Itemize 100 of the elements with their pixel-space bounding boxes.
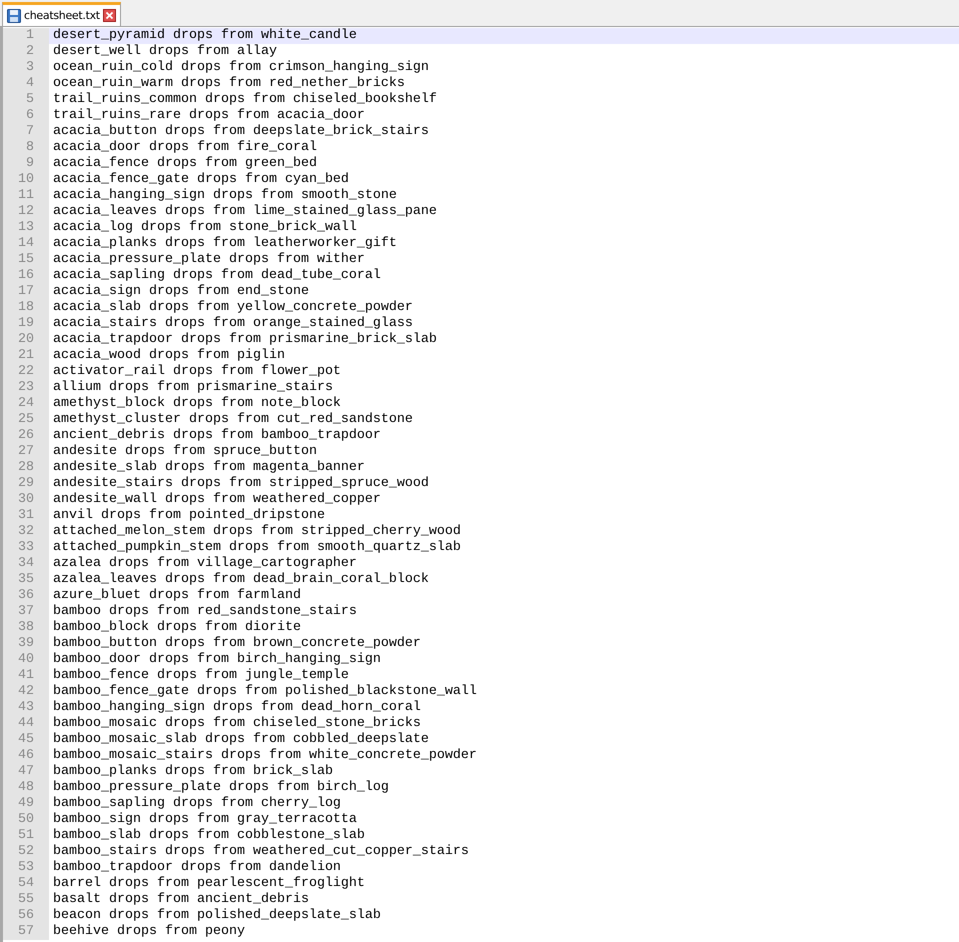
- line-number: 19: [3, 316, 49, 332]
- code-line: bamboo_pressure_plate drops from birch_log: [52, 780, 390, 796]
- line-number: 51: [3, 828, 49, 844]
- code-line: ancient_debris drops from bamboo_trapdoor: [52, 428, 382, 444]
- line-number: 7: [3, 124, 49, 140]
- code-line: acacia_leaves drops from lime_stained_glass_pane: [52, 204, 438, 220]
- code-line: bamboo_fence_gate drops from polished_blackstone_wall: [52, 684, 478, 700]
- line-number: 34: [3, 556, 49, 572]
- line-number: 9: [3, 156, 49, 172]
- code-line: andesite_slab drops from magenta_banner: [52, 460, 366, 476]
- line-number: 10: [3, 172, 49, 188]
- line-number: 4: [3, 76, 49, 92]
- line-number: 6: [3, 108, 49, 124]
- line-number: 54: [3, 876, 49, 892]
- line-number: 38: [3, 620, 49, 636]
- line-number: 29: [3, 476, 49, 492]
- code-line: azure_bluet drops from farmland: [52, 588, 302, 604]
- code-line: acacia_pressure_plate drops from wither: [52, 252, 366, 268]
- code-line: attached_pumpkin_stem drops from smooth_quartz_slab: [52, 540, 462, 556]
- line-number: 16: [3, 268, 49, 284]
- code-line: acacia_wood drops from piglin: [52, 348, 286, 364]
- code-line: acacia_log drops from stone_brick_wall: [52, 220, 358, 236]
- code-line: ocean_ruin_warm drops from red_nether_bricks: [52, 76, 406, 92]
- code-line: bamboo_sapling drops from cherry_log: [52, 796, 342, 812]
- line-number: 56: [3, 908, 49, 924]
- line-number: 50: [3, 812, 49, 828]
- code-line: trail_ruins_rare drops from acacia_door: [52, 108, 366, 124]
- line-number: 39: [3, 636, 49, 652]
- line-number: 53: [3, 860, 49, 876]
- line-number: 28: [3, 460, 49, 476]
- code-line: bamboo_trapdoor drops from dandelion: [52, 860, 342, 876]
- code-line: amethyst_cluster drops from cut_red_sandstone: [52, 412, 414, 428]
- line-number: 40: [3, 652, 49, 668]
- close-icon[interactable]: [102, 9, 116, 22]
- code-line: bamboo_door drops from birch_hanging_sign: [52, 652, 382, 668]
- code-line: beacon drops from polished_deepslate_slab: [52, 908, 382, 924]
- line-number: 31: [3, 508, 49, 524]
- code-line: acacia_planks drops from leatherworker_gift: [52, 236, 398, 252]
- code-line: amethyst_block drops from note_block: [52, 396, 342, 412]
- line-number: 24: [3, 396, 49, 412]
- line-number: 57: [3, 924, 49, 940]
- line-number: 33: [3, 540, 49, 556]
- code-line: desert_well drops from allay: [52, 44, 278, 60]
- line-number: 32: [3, 524, 49, 540]
- code-line: bamboo_mosaic drops from chiseled_stone_bricks: [52, 716, 422, 732]
- code-line: basalt drops from ancient_debris: [52, 892, 310, 908]
- code-line: acacia_fence drops from green_bed: [52, 156, 318, 172]
- line-number: 35: [3, 572, 49, 588]
- code-line: acacia_door drops from fire_coral: [52, 140, 318, 156]
- line-number: 30: [3, 492, 49, 508]
- line-number: 43: [3, 700, 49, 716]
- code-line: bamboo drops from red_sandstone_stairs: [52, 604, 358, 620]
- code-line: acacia_fence_gate drops from cyan_bed: [52, 172, 350, 188]
- code-line: bamboo_stairs drops from weathered_cut_copper_stairs: [52, 844, 470, 860]
- line-number: 47: [3, 764, 49, 780]
- line-number: 27: [3, 444, 49, 460]
- code-line: bamboo_button drops from brown_concrete_powder: [52, 636, 422, 652]
- code-line: bamboo_sign drops from gray_terracotta: [52, 812, 358, 828]
- line-number: 15: [3, 252, 49, 268]
- line-number: 42: [3, 684, 49, 700]
- line-number: 26: [3, 428, 49, 444]
- line-number: 37: [3, 604, 49, 620]
- line-number: 49: [3, 796, 49, 812]
- file-tab[interactable]: cheatsheet.txt: [2, 2, 121, 26]
- code-line: barrel drops from pearlescent_froglight: [52, 876, 366, 892]
- line-number: 25: [3, 412, 49, 428]
- line-number: 41: [3, 668, 49, 684]
- code-line: acacia_trapdoor drops from prismarine_brick_slab: [52, 332, 438, 348]
- code-line: trail_ruins_common drops from chiseled_bookshelf: [52, 92, 438, 108]
- line-number: 14: [3, 236, 49, 252]
- code-line: andesite drops from spruce_button: [52, 444, 318, 460]
- line-number: 22: [3, 364, 49, 380]
- line-number: 13: [3, 220, 49, 236]
- code-line: acacia_sign drops from end_stone: [52, 284, 310, 300]
- line-number: 18: [3, 300, 49, 316]
- code-line: anvil drops from pointed_dripstone: [52, 508, 326, 524]
- line-number: 17: [3, 284, 49, 300]
- line-number: 1: [3, 28, 49, 44]
- line-number: 11: [3, 188, 49, 204]
- line-number: 55: [3, 892, 49, 908]
- code-line: bamboo_slab drops from cobblestone_slab: [52, 828, 366, 844]
- line-number: 46: [3, 748, 49, 764]
- code-line: attached_melon_stem drops from stripped_cherry_wood: [52, 524, 462, 540]
- code-line: activator_rail drops from flower_pot: [52, 364, 342, 380]
- code-line: acacia_button drops from deepslate_brick_stairs: [52, 124, 430, 140]
- code-line: bamboo_block drops from diorite: [52, 620, 302, 636]
- line-number: 3: [3, 60, 49, 76]
- line-number: 44: [3, 716, 49, 732]
- line-number: 45: [3, 732, 49, 748]
- code-line: acacia_slab drops from yellow_concrete_powder: [52, 300, 414, 316]
- code-line: bamboo_hanging_sign drops from dead_horn_coral: [52, 700, 422, 716]
- line-number: 36: [3, 588, 49, 604]
- code-line: beehive drops from peony: [52, 924, 246, 940]
- line-number: 48: [3, 780, 49, 796]
- code-line: allium drops from prismarine_stairs: [52, 380, 334, 396]
- code-line: andesite_stairs drops from stripped_spruce_wood: [52, 476, 430, 492]
- code-line: azalea_leaves drops from dead_brain_coral_block: [52, 572, 430, 588]
- line-number: 8: [3, 140, 49, 156]
- code-line: bamboo_mosaic_stairs drops from white_concrete_powder: [52, 748, 478, 764]
- code-line: acacia_hanging_sign drops from smooth_stone: [52, 188, 398, 204]
